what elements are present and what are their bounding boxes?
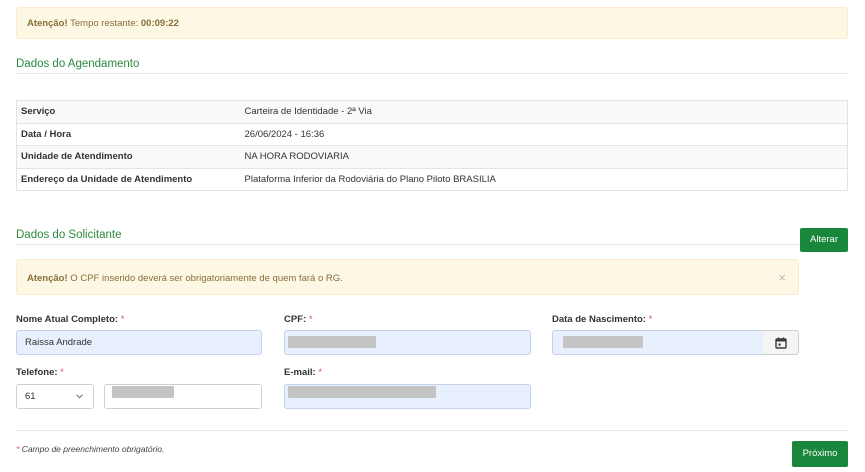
row-value: Plataforma Inferior da Rodoviária do Pla…: [240, 167, 848, 191]
table-row: Data / Hora 26/06/2024 - 16:36: [16, 122, 848, 146]
telefone-label: Telefone: *: [16, 367, 64, 378]
row-value: Carteira de Identidade - 2ª Via: [240, 100, 848, 123]
nascimento-label: Data de Nascimento: *: [552, 314, 652, 325]
solicitante-divider: [16, 244, 799, 245]
alterar-button[interactable]: Alterar: [800, 228, 848, 252]
cpf-alert-prefix: Atenção!: [27, 273, 68, 284]
table-row: Unidade de Atendimento NA HORA RODOVIARI…: [16, 145, 848, 168]
email-label-text: E-mail:: [284, 367, 316, 378]
nome-label: Nome Atual Completo: *: [16, 314, 124, 325]
row-label: Unidade de Atendimento: [16, 145, 241, 168]
timer-alert: Atenção! Tempo restante: 00:09:22: [16, 7, 848, 39]
required-mark: *: [318, 367, 323, 378]
agendamento-divider: [16, 73, 848, 74]
required-mark: *: [16, 444, 20, 454]
cpf-redacted: [288, 336, 376, 348]
ddd-value: 61: [25, 391, 36, 402]
required-mark: *: [120, 314, 125, 325]
nascimento-label-text: Data de Nascimento:: [552, 314, 646, 325]
cpf-label: CPF: *: [284, 314, 313, 325]
row-value: NA HORA RODOVIARIA: [240, 145, 848, 168]
nascimento-redacted: [563, 336, 643, 348]
email-label: E-mail: *: [284, 367, 322, 378]
row-label: Endereço da Unidade de Atendimento: [16, 167, 241, 191]
row-label: Data / Hora: [16, 122, 241, 146]
agendamento-table: Serviço Carteira de Identidade - 2ª Via …: [16, 100, 848, 191]
cpf-alert-text: O CPF inserido deverá ser obrigatoriamen…: [70, 273, 343, 284]
next-button[interactable]: Próximo: [792, 441, 848, 467]
nome-input[interactable]: Raissa Andrade: [16, 330, 262, 355]
cpf-label-text: CPF:: [284, 314, 307, 325]
required-mark: *: [648, 314, 653, 325]
calendar-icon: [774, 337, 787, 349]
required-mark: *: [308, 314, 313, 325]
nome-value: Raissa Andrade: [25, 337, 93, 348]
calendar-button[interactable]: [763, 330, 799, 355]
table-row: Endereço da Unidade de Atendimento Plata…: [16, 167, 848, 191]
timer-value: 00:09:22: [140, 18, 179, 29]
timer-alert-text: Tempo restante:: [70, 18, 139, 29]
telefone-redacted: [112, 386, 174, 398]
required-note-text: Campo de preenchimento obrigatório.: [21, 444, 165, 454]
agendamento-title: Dados do Agendamento: [16, 58, 140, 70]
chevron-down-icon: [76, 394, 83, 399]
close-icon[interactable]: ×: [778, 270, 786, 285]
cpf-alert: Atenção! O CPF inserido deverá ser obrig…: [16, 259, 799, 295]
required-note: * Campo de preenchimento obrigatório.: [16, 444, 164, 454]
nome-label-text: Nome Atual Completo:: [16, 314, 119, 325]
ddd-select[interactable]: 61: [16, 384, 94, 409]
table-row: Serviço Carteira de Identidade - 2ª Via: [16, 100, 848, 123]
row-label: Serviço: [16, 100, 241, 123]
email-redacted: [288, 386, 436, 398]
solicitante-title: Dados do Solicitante: [16, 229, 122, 241]
telefone-label-text: Telefone:: [16, 367, 58, 378]
footer-divider: [16, 430, 848, 431]
row-value: 26/06/2024 - 16:36: [240, 122, 848, 146]
timer-alert-prefix: Atenção!: [27, 18, 68, 29]
required-mark: *: [60, 367, 64, 378]
